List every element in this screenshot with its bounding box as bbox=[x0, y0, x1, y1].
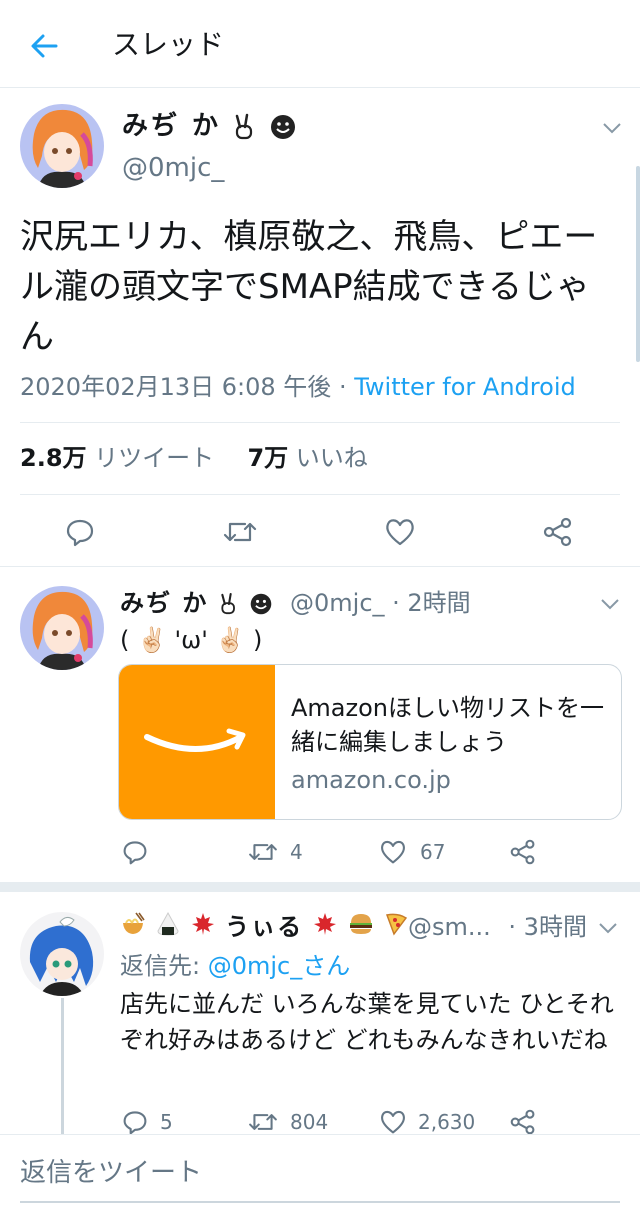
hamburger-icon bbox=[348, 911, 374, 945]
tweet-text: ( ✌🏻 'ω' ✌🏻 ) bbox=[120, 626, 263, 654]
back-arrow-icon bbox=[31, 34, 58, 58]
chevron-down-icon bbox=[599, 923, 617, 934]
like-button[interactable] bbox=[382, 514, 418, 550]
card-title: Amazonほしい物リストを一緒に編集しましょう bbox=[291, 694, 604, 756]
tweet-timestamp[interactable]: 2020年02月13日 6:08 午後 bbox=[20, 373, 331, 401]
tweet-menu-button[interactable] bbox=[600, 116, 624, 140]
reply-icon bbox=[123, 841, 147, 865]
section-separator bbox=[0, 882, 640, 892]
reply-button[interactable] bbox=[120, 838, 150, 866]
reply-button[interactable] bbox=[120, 1108, 150, 1136]
card-domain: amazon.co.jp bbox=[291, 766, 451, 794]
like-button[interactable] bbox=[378, 838, 408, 866]
avatar[interactable] bbox=[20, 586, 104, 670]
heart-icon bbox=[380, 1110, 406, 1134]
retweet-button[interactable] bbox=[246, 1108, 280, 1136]
share-icon bbox=[510, 1109, 535, 1135]
meta-separator: · bbox=[338, 373, 347, 401]
tweet-meta: 2020年02月13日 6:08 午後 · Twitter for Androi… bbox=[20, 368, 576, 406]
smiling-face-icon bbox=[250, 593, 272, 615]
retweet-button[interactable] bbox=[220, 514, 260, 550]
author-handle[interactable]: @sm... · 3時間 bbox=[408, 910, 587, 944]
author-handle[interactable]: @0mjc_ bbox=[122, 150, 224, 186]
chevron-down-icon bbox=[601, 599, 619, 610]
heart-icon bbox=[380, 840, 406, 864]
back-button[interactable] bbox=[24, 26, 64, 66]
link-card[interactable]: Amazonほしい物リストを一緒に編集しましょう amazon.co.jp bbox=[118, 664, 622, 820]
retweet-icon bbox=[249, 1114, 277, 1130]
engagement-stats: 2.8万 リツイート 7万 いいね bbox=[20, 440, 368, 476]
reply-input[interactable]: 返信をツイート bbox=[20, 1155, 202, 1191]
like-stat[interactable]: 7万 いいね bbox=[247, 444, 367, 472]
reply-compose-bar: 返信をツイート bbox=[0, 1134, 640, 1211]
input-underline bbox=[20, 1201, 620, 1203]
tweet-menu-button[interactable] bbox=[598, 592, 622, 616]
reply-icon bbox=[123, 1111, 147, 1135]
reply-icon bbox=[66, 519, 94, 547]
retweet-icon bbox=[223, 522, 257, 542]
reply-to: 返信先: @0mjc_さん bbox=[120, 952, 351, 980]
scrollbar[interactable] bbox=[636, 166, 640, 362]
share-button[interactable] bbox=[508, 838, 538, 866]
tweet-text: 店先に並んだ いろんな葉を見ていた ひとそれぞれ好みはあるけど どれもみんなきれ… bbox=[120, 990, 614, 1054]
share-button[interactable] bbox=[540, 514, 576, 550]
chevron-down-icon bbox=[603, 123, 621, 134]
share-icon bbox=[543, 517, 572, 547]
retweet-count: 804 bbox=[290, 1110, 329, 1134]
retweet-count: 4 bbox=[290, 840, 303, 864]
smiling-face-icon bbox=[271, 114, 296, 139]
avatar[interactable] bbox=[20, 912, 104, 996]
like-count: 2,630 bbox=[418, 1110, 476, 1134]
author-name[interactable]: うぃる bbox=[120, 910, 408, 946]
divider bbox=[20, 422, 620, 423]
thread-line bbox=[61, 998, 64, 1134]
retweet-stat[interactable]: 2.8万 リツイート bbox=[20, 444, 214, 472]
reply-count: 5 bbox=[160, 1110, 173, 1134]
share-icon bbox=[510, 839, 535, 865]
tweet-source-link[interactable]: Twitter for Android bbox=[354, 373, 575, 401]
reply-button[interactable] bbox=[62, 514, 98, 550]
like-button[interactable] bbox=[378, 1108, 408, 1136]
retweet-button[interactable] bbox=[246, 838, 280, 866]
author-handle[interactable]: @0mjc_ · 2時間 bbox=[290, 586, 471, 620]
tweet-time: · 2時間 bbox=[392, 589, 471, 617]
victory-hand-icon bbox=[235, 113, 253, 139]
ramen-icon bbox=[120, 911, 146, 946]
victory-hand-icon bbox=[221, 592, 235, 615]
author-name[interactable]: みぢ か bbox=[120, 586, 273, 620]
rice-ball-icon bbox=[156, 911, 180, 946]
top-bar: スレッド bbox=[0, 0, 640, 88]
heart-icon bbox=[386, 519, 414, 546]
reply-to-link[interactable]: @0mjc_さん bbox=[208, 952, 351, 980]
like-count: 67 bbox=[420, 840, 446, 864]
tweet-menu-button[interactable] bbox=[596, 916, 620, 940]
divider bbox=[20, 494, 620, 495]
author-name[interactable]: みぢ か bbox=[122, 108, 297, 144]
amazon-logo-image bbox=[119, 665, 275, 819]
maple-leaf-icon bbox=[191, 911, 215, 945]
avatar[interactable] bbox=[20, 104, 104, 188]
share-button[interactable] bbox=[508, 1108, 538, 1136]
tweet-time: · 3時間 bbox=[508, 913, 587, 941]
divider bbox=[0, 566, 640, 567]
page-title: スレッド bbox=[112, 28, 225, 61]
tweet-text: 沢尻エリカ、槙原敬之、飛鳥、ピエール瀧の頭文字でSMAP結成できるじゃん bbox=[20, 217, 598, 357]
maple-leaf-icon bbox=[313, 911, 337, 945]
retweet-icon bbox=[249, 844, 277, 860]
pizza-icon bbox=[384, 911, 408, 945]
